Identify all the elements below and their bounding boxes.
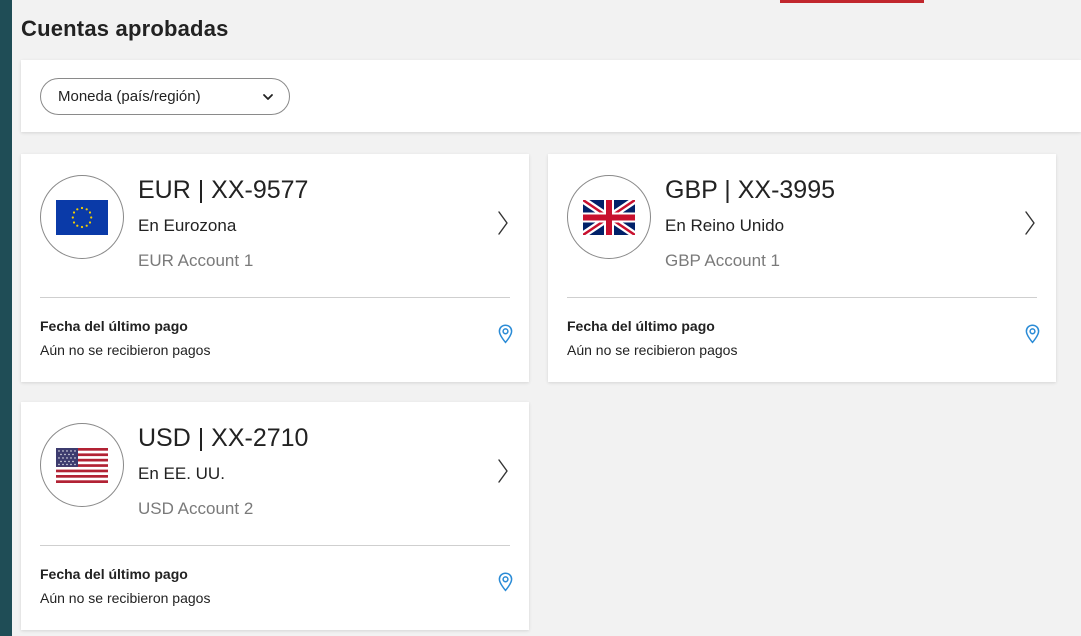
flag-badge — [40, 175, 124, 259]
location-pin-icon[interactable] — [1025, 324, 1040, 344]
chevron-right-icon[interactable] — [497, 210, 509, 236]
location-pin-icon[interactable] — [498, 572, 513, 592]
chevron-right-icon[interactable] — [1024, 210, 1036, 236]
flag-badge — [567, 175, 651, 259]
chevron-down-icon — [263, 93, 273, 100]
us-flag-icon — [56, 447, 108, 483]
flag-badge — [40, 423, 124, 507]
chevron-right-icon[interactable] — [497, 458, 509, 484]
account-name: GBP Account 1 — [665, 251, 780, 270]
account-title: GBP | XX-3995 — [665, 176, 836, 204]
last-payment-value: Aún no se recibieron pagos — [40, 590, 211, 606]
accent-bar — [780, 0, 924, 3]
main-panel: Cuentas aprobadas Moneda (país/región) E… — [12, 0, 1081, 636]
account-title: USD | XX-2710 — [138, 424, 309, 452]
eu-flag-icon — [56, 199, 108, 235]
card-divider — [40, 297, 510, 298]
currency-filter-dropdown[interactable]: Moneda (país/región) — [40, 78, 290, 115]
page-title: Cuentas aprobadas — [21, 16, 229, 41]
last-payment-label: Fecha del último pago — [40, 318, 188, 334]
last-payment-label: Fecha del último pago — [40, 566, 188, 582]
filter-bar: Moneda (país/región) — [21, 60, 1081, 132]
last-payment-value: Aún no se recibieron pagos — [40, 342, 211, 358]
last-payment-value: Aún no se recibieron pagos — [567, 342, 738, 358]
account-name: USD Account 2 — [138, 499, 254, 518]
account-region: En Eurozona — [138, 216, 237, 235]
account-region: En EE. UU. — [138, 464, 225, 483]
account-card-gbp[interactable]: GBP | XX-3995 En Reino Unido GBP Account… — [548, 154, 1056, 382]
account-name: EUR Account 1 — [138, 251, 254, 270]
account-card-usd[interactable]: USD | XX-2710 En EE. UU. USD Account 2 F… — [21, 402, 529, 630]
account-title: EUR | XX-9577 — [138, 176, 309, 204]
location-pin-icon[interactable] — [498, 324, 513, 344]
last-payment-label: Fecha del último pago — [567, 318, 715, 334]
card-divider — [567, 297, 1037, 298]
uk-flag-icon — [583, 199, 635, 235]
account-region: En Reino Unido — [665, 216, 785, 235]
account-card-eur[interactable]: EUR | XX-9577 En Eurozona EUR Account 1 … — [21, 154, 529, 382]
dropdown-label: Moneda (país/región) — [58, 88, 201, 105]
card-divider — [40, 545, 510, 546]
